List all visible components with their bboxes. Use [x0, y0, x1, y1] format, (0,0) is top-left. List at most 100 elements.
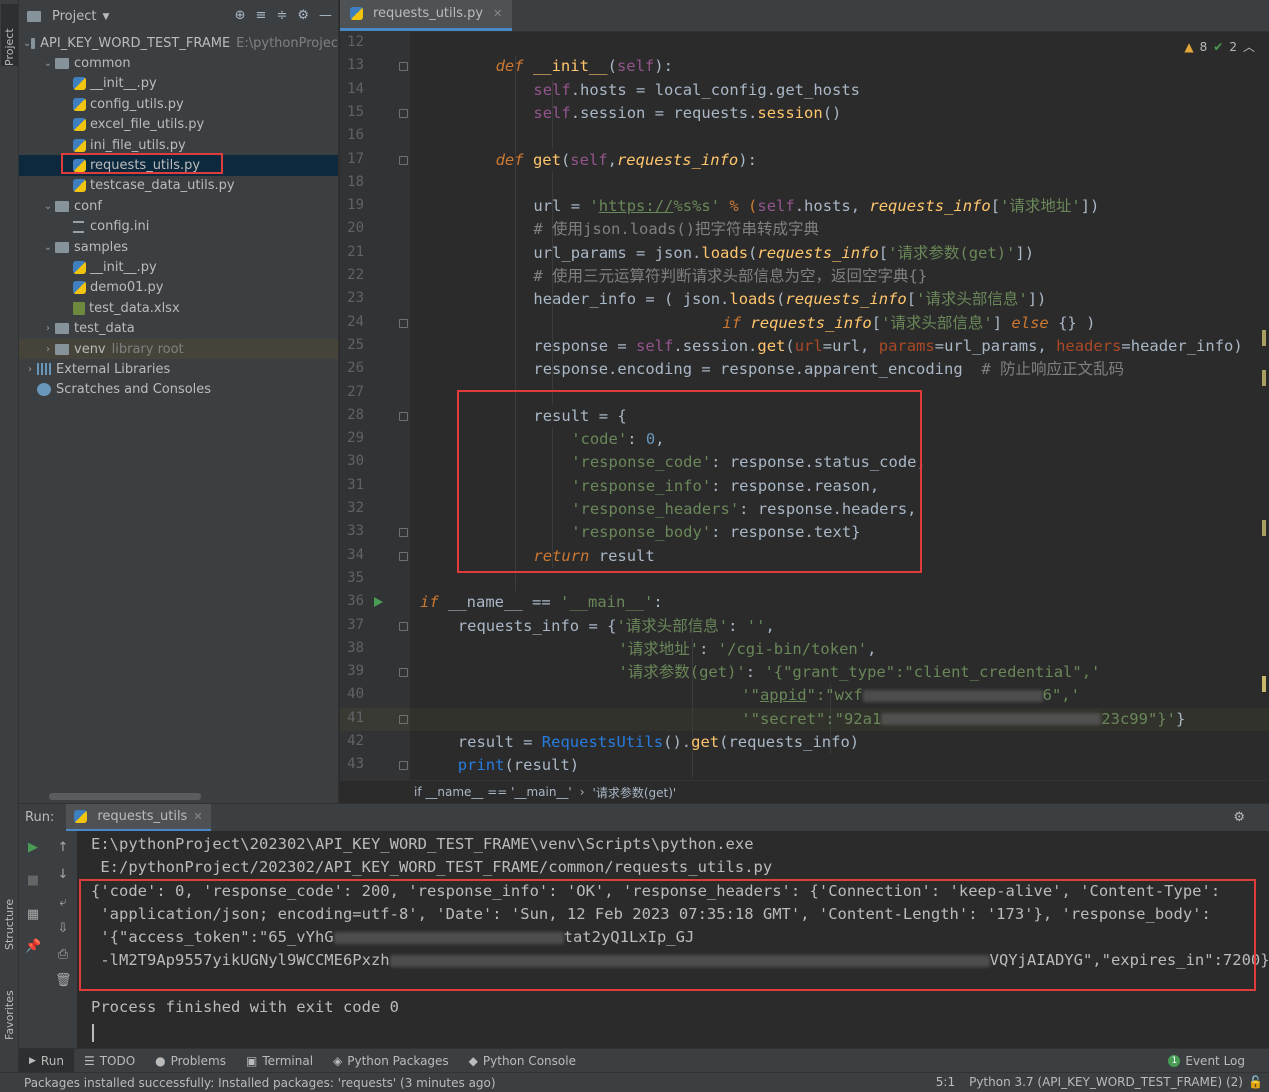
gear-icon[interactable]: ⚙: [1233, 810, 1245, 825]
terminal-tool-button[interactable]: ▣ Terminal: [236, 1049, 323, 1073]
pin-icon[interactable]: 📌: [25, 939, 41, 955]
tree-item[interactable]: demo01.py: [19, 278, 338, 298]
tree-item[interactable]: config_utils.py: [19, 94, 338, 114]
chevron-down-icon[interactable]: ⌄: [41, 201, 55, 212]
status-bar: Packages installed successfully: Install…: [0, 1072, 1269, 1092]
tree-item[interactable]: ⌄ conf: [19, 196, 338, 216]
up-arrow-icon[interactable]: ↑: [55, 840, 71, 856]
problems-tool-button[interactable]: ● Problems: [145, 1049, 236, 1073]
layout-icon[interactable]: ▦: [25, 907, 41, 923]
lock-icon[interactable]: 🔓: [1248, 1075, 1263, 1089]
tree-item[interactable]: __init__.py: [19, 257, 338, 277]
console-line: -lM2T9Ap9557yikUGNyl9WCCME6Pxzh VQYjAIADY…: [91, 949, 1269, 972]
fold-marker-icon[interactable]: [399, 714, 408, 724]
tree-item[interactable]: __init__.py: [19, 74, 338, 94]
code-line: response = self.session.get(url=url, par…: [533, 335, 1242, 358]
run-gutter-icon[interactable]: [374, 597, 383, 608]
fold-marker-icon[interactable]: [399, 668, 408, 678]
code-punctuation: =: [822, 336, 833, 355]
locate-icon[interactable]: ⊕: [235, 8, 246, 23]
tree-item[interactable]: ⌄ samples: [19, 237, 338, 257]
trash-icon[interactable]: 🗑: [55, 973, 72, 989]
fold-marker-icon[interactable]: [399, 318, 408, 328]
tree-item[interactable]: ⌄ common: [19, 53, 338, 73]
chevron-down-icon[interactable]: ⌄: [41, 58, 55, 69]
fold-marker-icon[interactable]: [399, 761, 408, 771]
fold-marker-icon[interactable]: [399, 62, 408, 72]
breadcrumb-item[interactable]: '请求参数(get)': [593, 784, 677, 801]
code-area[interactable]: def __init__(self): self.hosts = local_co…: [410, 32, 1269, 780]
tree-item[interactable]: ini_file_utils.py: [19, 135, 338, 155]
tree-item[interactable]: requests_utils.py: [19, 155, 338, 176]
code-punctuation: =: [934, 336, 945, 355]
chevron-down-icon[interactable]: ⌄: [23, 38, 31, 49]
chevron-right-icon[interactable]: ›: [41, 344, 55, 355]
caret-position[interactable]: 5:1: [936, 1075, 955, 1089]
print-icon[interactable]: ⎙: [55, 947, 71, 963]
expand-all-icon[interactable]: ≡: [256, 8, 267, 23]
project-view-selector[interactable]: Project ▼: [27, 9, 109, 24]
tree-item[interactable]: excel_file_utils.py: [19, 115, 338, 135]
code-line: requests_info = {'请求头部信息': '',: [458, 615, 775, 638]
tree-item[interactable]: › venv library root: [19, 338, 338, 360]
python-console-tool-button[interactable]: ◆ Python Console: [459, 1049, 586, 1073]
tree-item[interactable]: config.ini: [19, 217, 338, 237]
tree-item[interactable]: › External Libraries: [19, 359, 338, 379]
project-tool-tab[interactable]: Project: [1, 4, 18, 66]
code-punctuation: ):: [654, 57, 673, 76]
line-number: 19: [347, 197, 364, 214]
list-icon: ☰: [83, 1053, 95, 1068]
line-number: 22: [347, 267, 364, 283]
close-icon[interactable]: ✕: [193, 810, 202, 823]
tree-item[interactable]: ⌄ API_KEY_WORD_TEST_FRAME E:\pythonProjec: [19, 33, 338, 53]
interpreter-selector[interactable]: Python 3.7 (API_KEY_WORD_TEST_FRAME) (2): [969, 1075, 1243, 1089]
gear-icon[interactable]: ⚙: [297, 8, 309, 23]
line-number: 43: [347, 756, 364, 773]
structure-tool-tab[interactable]: Structure: [1, 880, 18, 950]
fold-marker-icon[interactable]: [399, 551, 408, 561]
fold-marker-icon[interactable]: [399, 155, 408, 165]
code-token: response =: [533, 336, 637, 355]
down-arrow-icon[interactable]: ↓: [55, 867, 71, 883]
todo-tool-button[interactable]: ☰ TODO: [74, 1049, 145, 1073]
chevron-right-icon[interactable]: ›: [23, 364, 37, 375]
stop-icon[interactable]: ■: [25, 873, 41, 889]
fold-marker-icon[interactable]: [399, 528, 408, 538]
python-packages-tool-button[interactable]: ◈ Python Packages: [323, 1049, 459, 1073]
soft-wrap-icon[interactable]: ⤶: [55, 895, 71, 911]
event-log-button[interactable]: 1 Event Log: [1168, 1054, 1245, 1068]
code-token: 0: [645, 430, 656, 449]
favorites-tool-tab[interactable]: Favorites: [1, 970, 18, 1040]
chevron-right-icon[interactable]: ›: [41, 323, 55, 334]
rerun-icon[interactable]: ▶: [25, 840, 41, 856]
chevron-down-icon[interactable]: ⌄: [41, 242, 55, 253]
hide-icon[interactable]: —: [319, 8, 332, 23]
tree-item[interactable]: test_data.xlsx: [19, 298, 338, 318]
code-line: result = RequestsUtils().get(requests_in…: [458, 731, 859, 754]
line-number: 33: [347, 523, 364, 540]
folder-icon: [55, 58, 69, 70]
close-icon[interactable]: ✕: [493, 7, 502, 20]
status-message[interactable]: Packages installed successfully: Install…: [24, 1076, 496, 1090]
breadcrumb-item[interactable]: if __name__ == '__main__': [414, 785, 572, 799]
horizontal-scrollbar[interactable]: [49, 793, 201, 800]
code-token: '': [746, 616, 766, 635]
tree-item[interactable]: Scratches and Consoles: [19, 380, 338, 400]
line-number: 32: [347, 500, 364, 516]
terminal-icon: ▣: [245, 1053, 258, 1068]
code-token: # 使用三元运算符判断请求头部信息为空，返回空字典{}: [533, 267, 928, 285]
fold-marker-icon[interactable]: [399, 621, 408, 631]
run-tool-button[interactable]: ▶ Run: [19, 1048, 74, 1073]
collapse-all-icon[interactable]: ≑: [276, 8, 287, 23]
fold-marker-icon[interactable]: [399, 411, 408, 421]
line-number: 25: [347, 336, 364, 353]
code-token: __init__: [532, 57, 608, 76]
run-tab-requests-utils[interactable]: requests_utils ✕: [66, 804, 211, 831]
scroll-to-end-icon[interactable]: ⇩: [55, 921, 71, 937]
fold-marker-icon[interactable]: [399, 108, 408, 118]
editor-tab-requests-utils[interactable]: requests_utils.py ✕: [340, 0, 513, 31]
tree-item[interactable]: › test_data: [19, 318, 338, 338]
code-token: get: [757, 336, 786, 355]
tree-item[interactable]: testcase_data_utils.py: [19, 176, 338, 196]
console-output[interactable]: E:\pythonProject\202302\API_KEY_WORD_TES…: [79, 831, 1269, 1049]
